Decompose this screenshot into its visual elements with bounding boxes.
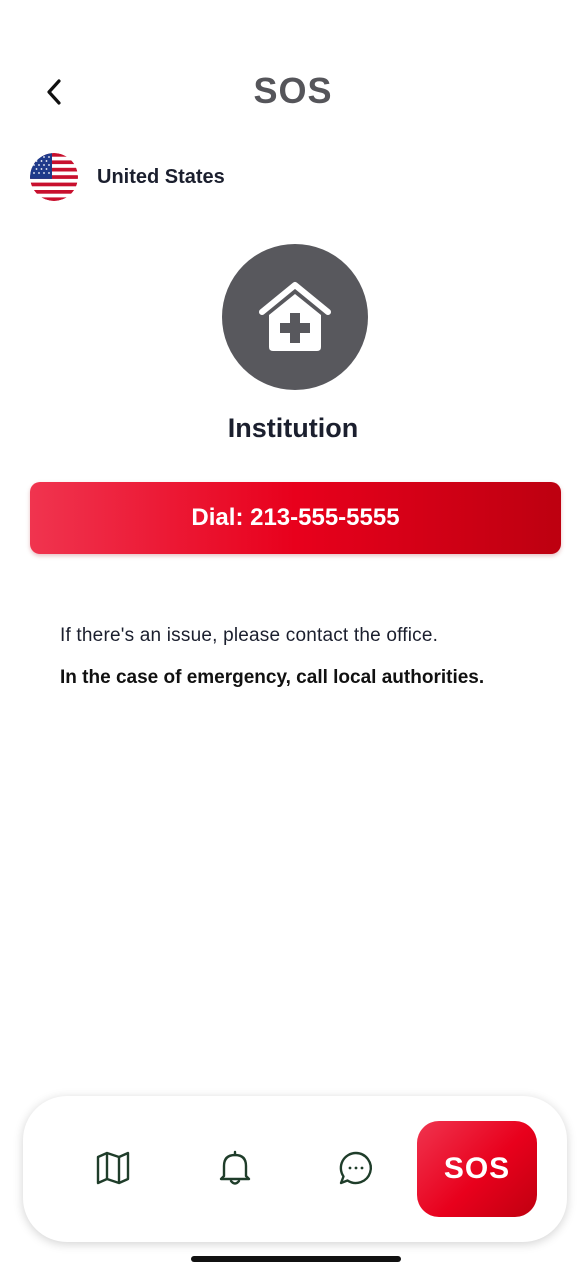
chat-bubble-icon [339, 1151, 372, 1185]
country-name: United States [97, 165, 225, 188]
page-title: SOS [253, 70, 333, 111]
emergency-notice: In the case of emergency, call local aut… [60, 667, 485, 688]
institution-title: Institution [227, 413, 359, 443]
nav-messages-tab[interactable] [334, 1146, 378, 1190]
bell-icon [219, 1150, 251, 1185]
home-indicator [191, 1256, 401, 1262]
map-icon [96, 1151, 130, 1185]
dial-button[interactable]: Dial: 213-555-5555 [30, 482, 561, 554]
us-flag-icon [30, 153, 78, 201]
nav-map-tab[interactable] [91, 1146, 135, 1190]
house-medical-icon [259, 282, 331, 351]
country-selector[interactable]: United States [30, 153, 225, 201]
contact-info-text: If there's an issue, please contact the … [60, 625, 439, 646]
institution-avatar [222, 244, 368, 390]
sos-tab[interactable]: SOS [417, 1121, 537, 1217]
bottom-nav: SOS [23, 1096, 567, 1242]
nav-notifications-tab[interactable] [213, 1146, 257, 1190]
